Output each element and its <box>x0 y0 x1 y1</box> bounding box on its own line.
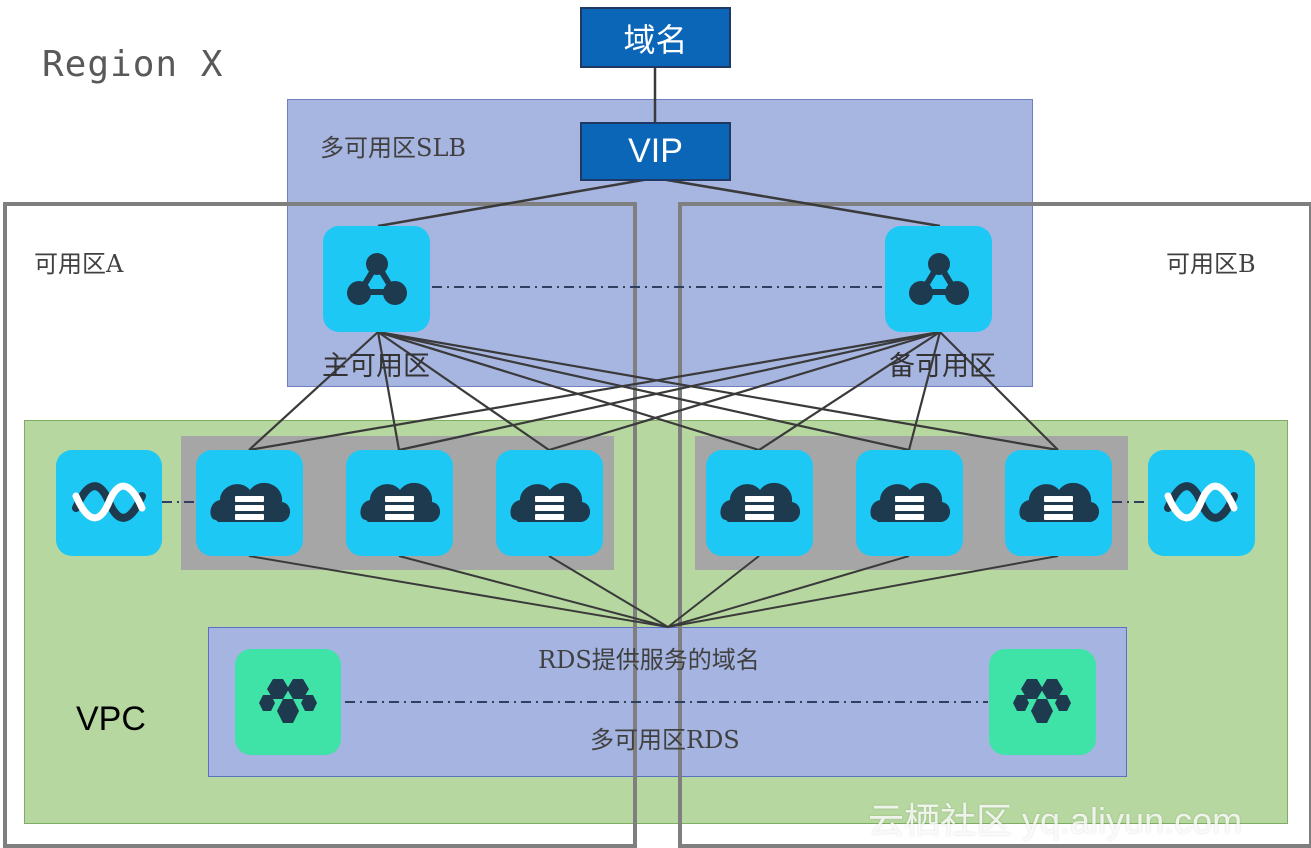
ecs-rds-link-3 <box>667 555 760 628</box>
watermark-text: 云栖社区 yq.aliyun.com <box>868 800 1243 841</box>
vip-to-slb-primary-line <box>377 176 656 228</box>
vip-to-slb-standby-line <box>654 176 941 228</box>
zone-a-label: 可用区A <box>34 250 124 278</box>
dns-domain-label: 域名 <box>623 20 688 59</box>
cloud-server-icon <box>196 450 303 556</box>
slb-panel-label: 多可用区SLB <box>320 134 467 162</box>
load-balancer-icon <box>323 226 430 332</box>
database-cluster-icon <box>989 649 1096 755</box>
vpc-label: VPC <box>76 700 146 738</box>
slb-ecs-link-1-2 <box>548 330 941 452</box>
load-balancer-icon <box>885 226 992 332</box>
ecs-rds-link-0 <box>248 555 669 628</box>
cloud-server-icon <box>1005 450 1112 556</box>
wave-gateway-icon <box>1148 450 1255 556</box>
vip-box: VIP <box>580 122 731 181</box>
database-cluster-icon <box>235 649 341 755</box>
slb-ecs-link-0-4 <box>377 330 910 452</box>
zone-b-label: 可用区B <box>1166 250 1256 278</box>
wave-gateway-icon <box>56 450 162 556</box>
ecs-rds-link-1 <box>398 555 669 628</box>
cloud-server-icon <box>496 450 603 556</box>
ecs-rds-link-4 <box>667 555 910 628</box>
cloud-server-icon <box>856 450 963 556</box>
cloud-server-icon <box>706 450 813 556</box>
slb-ecs-link-0-3 <box>377 330 760 452</box>
standby-zone-label: 备可用区 <box>888 351 996 382</box>
multi-zone-rds-label: 多可用区RDS <box>590 726 740 754</box>
rds-domain-label: RDS提供服务的域名 <box>538 646 760 674</box>
ecs-to-rds-lines <box>248 555 1059 628</box>
vip-label: VIP <box>628 132 683 170</box>
primary-zone-label: 主可用区 <box>322 351 430 382</box>
region-title: Region X <box>42 44 224 85</box>
cloud-server-icon <box>346 450 453 556</box>
ecs-rds-link-5 <box>667 555 1059 628</box>
dns-domain-box: 域名 <box>580 7 731 68</box>
